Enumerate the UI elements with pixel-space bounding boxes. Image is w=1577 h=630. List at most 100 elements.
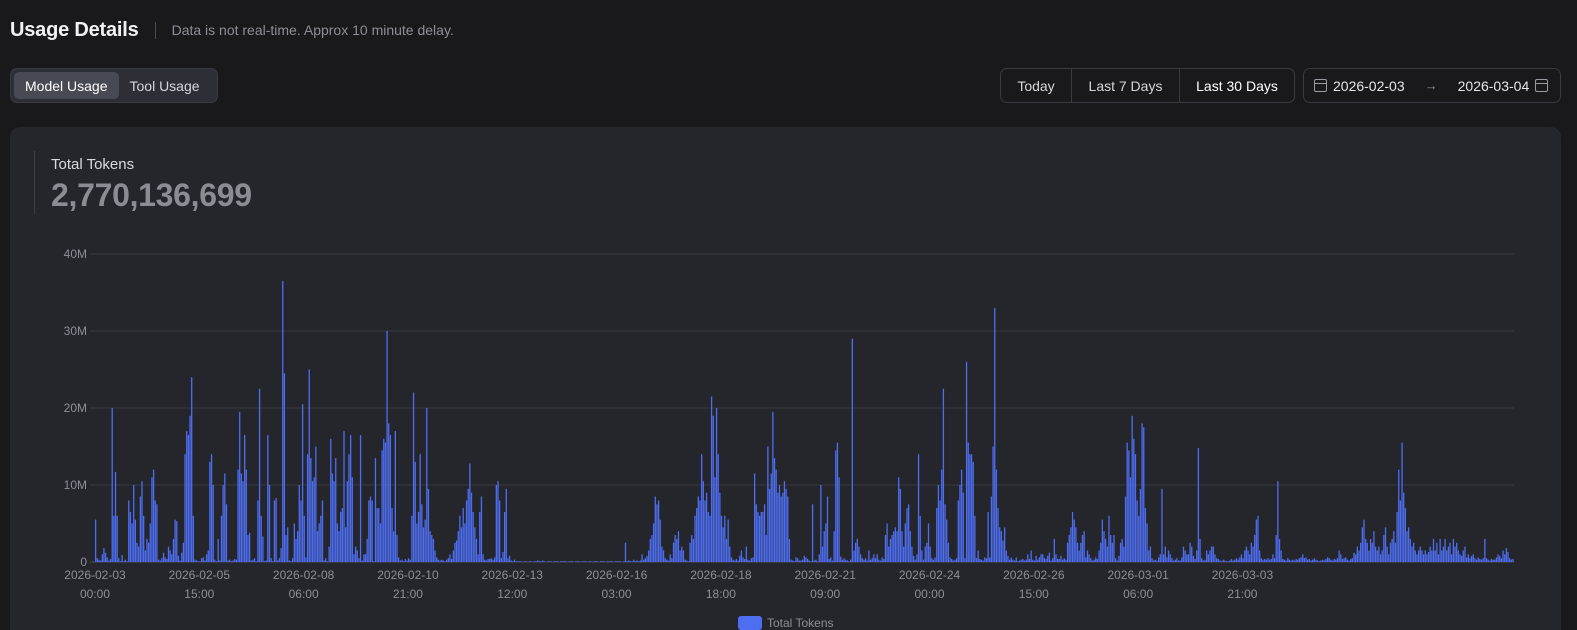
bar[interactable] <box>114 471 117 562</box>
bar[interactable] <box>1345 557 1347 562</box>
bar[interactable] <box>503 511 506 562</box>
end-date[interactable]: 2026-03-04 <box>1458 78 1530 94</box>
bar[interactable] <box>131 523 133 563</box>
bar[interactable] <box>1201 558 1203 562</box>
bar[interactable] <box>1043 558 1046 562</box>
bar[interactable] <box>1417 550 1420 562</box>
bar[interactable] <box>1303 558 1306 562</box>
bar[interactable] <box>1293 560 1296 562</box>
bar[interactable] <box>1406 531 1408 562</box>
bar[interactable] <box>674 535 676 562</box>
bar[interactable] <box>1416 554 1418 562</box>
bar[interactable] <box>543 561 546 562</box>
bar[interactable] <box>235 559 238 562</box>
bar[interactable] <box>449 554 451 562</box>
bar[interactable] <box>701 454 703 562</box>
bar[interactable] <box>1058 558 1060 562</box>
bar[interactable] <box>927 523 930 563</box>
bar[interactable] <box>1109 535 1112 562</box>
bar[interactable] <box>1263 558 1266 562</box>
bar[interactable] <box>1250 542 1253 562</box>
bar[interactable] <box>830 557 832 562</box>
bar[interactable] <box>1270 558 1272 562</box>
bar[interactable] <box>538 561 541 562</box>
bar[interactable] <box>1374 546 1377 562</box>
bar[interactable] <box>894 527 897 562</box>
bar[interactable] <box>724 515 726 562</box>
bar[interactable] <box>977 550 979 562</box>
bar[interactable] <box>760 511 762 562</box>
bar[interactable] <box>715 408 718 562</box>
bar[interactable] <box>1467 554 1469 562</box>
bar[interactable] <box>1278 538 1281 562</box>
bar[interactable] <box>156 504 158 562</box>
bar[interactable] <box>788 538 791 562</box>
bar[interactable] <box>851 338 853 562</box>
bar[interactable] <box>1028 558 1031 562</box>
bar[interactable] <box>176 521 178 562</box>
bar[interactable] <box>714 477 716 562</box>
bar[interactable] <box>379 523 382 563</box>
bar[interactable] <box>1171 558 1173 562</box>
bar[interactable] <box>134 519 137 562</box>
bar[interactable] <box>980 559 983 562</box>
bar[interactable] <box>846 560 849 562</box>
bar[interactable] <box>393 531 395 562</box>
bar[interactable] <box>474 527 476 562</box>
bar[interactable] <box>172 538 175 562</box>
bar[interactable] <box>1073 519 1075 562</box>
bar[interactable] <box>282 280 284 562</box>
bar[interactable] <box>1422 554 1425 562</box>
bar[interactable] <box>411 515 413 562</box>
bar[interactable] <box>992 446 994 563</box>
bar[interactable] <box>189 415 191 562</box>
bar[interactable] <box>505 488 507 562</box>
bar[interactable] <box>1161 488 1163 562</box>
bar[interactable] <box>182 542 185 562</box>
bar[interactable] <box>518 561 521 562</box>
bar[interactable] <box>679 550 681 562</box>
bar[interactable] <box>1172 560 1175 562</box>
bar[interactable] <box>1091 560 1094 562</box>
bar[interactable] <box>682 550 685 562</box>
bar[interactable] <box>263 561 266 562</box>
bar[interactable] <box>638 561 640 562</box>
bar[interactable] <box>399 560 401 562</box>
bar[interactable] <box>626 561 628 562</box>
bar[interactable] <box>1325 558 1327 562</box>
bar[interactable] <box>644 558 647 562</box>
bar[interactable] <box>944 504 946 562</box>
bar[interactable] <box>452 550 454 562</box>
bar[interactable] <box>528 561 531 562</box>
bar[interactable] <box>349 434 352 562</box>
bar[interactable] <box>325 558 327 562</box>
bar[interactable] <box>656 504 658 562</box>
bar[interactable] <box>1199 538 1201 562</box>
bar[interactable] <box>1282 558 1284 562</box>
bar[interactable] <box>460 527 463 562</box>
bar[interactable] <box>631 561 633 562</box>
bar[interactable] <box>1403 492 1405 562</box>
bar[interactable] <box>502 551 504 562</box>
bar[interactable] <box>606 561 608 562</box>
bar[interactable] <box>1249 554 1251 562</box>
bar[interactable] <box>273 500 276 562</box>
bar[interactable] <box>1100 542 1102 562</box>
bar[interactable] <box>946 519 948 562</box>
bar[interactable] <box>1192 555 1195 562</box>
bar[interactable] <box>106 557 108 562</box>
bar[interactable] <box>861 558 863 562</box>
bar[interactable] <box>326 561 329 562</box>
bar[interactable] <box>727 519 729 562</box>
bar[interactable] <box>1224 560 1226 562</box>
bar[interactable] <box>348 454 350 562</box>
bar[interactable] <box>1212 546 1214 562</box>
bar[interactable] <box>858 546 860 562</box>
bar[interactable] <box>244 434 246 562</box>
bar[interactable] <box>520 561 522 562</box>
bar[interactable] <box>485 560 488 562</box>
bar[interactable] <box>1196 550 1198 562</box>
bar[interactable] <box>1260 558 1262 562</box>
bar[interactable] <box>1210 546 1213 562</box>
bar[interactable] <box>1008 559 1011 562</box>
